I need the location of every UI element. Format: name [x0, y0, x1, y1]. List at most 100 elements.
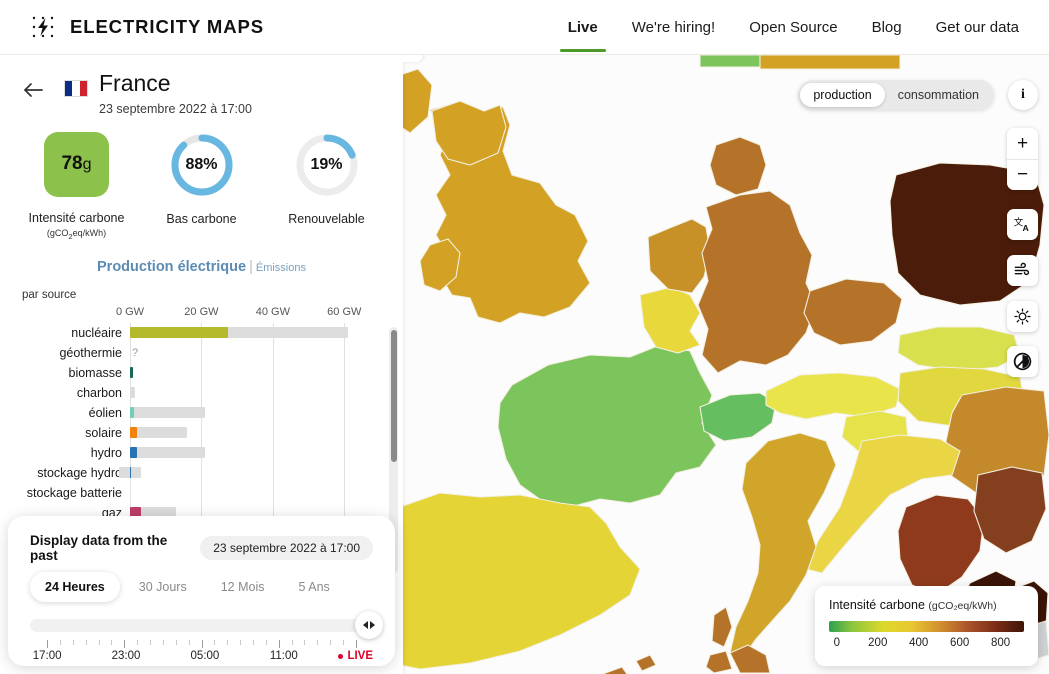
chart-bar-row[interactable]: nucléaire: [71, 323, 380, 343]
time-label: 11:00: [269, 650, 298, 662]
map-mode-toggle[interactable]: production consommation: [798, 80, 994, 110]
production-chart: par source 0 GW 20 GW 40 GW 60 GW nucléa…: [0, 289, 403, 523]
tab-12-mois[interactable]: 12 Mois: [206, 572, 280, 602]
chart-subtitle: par source: [22, 288, 77, 301]
zoom-controls[interactable]: + −: [1007, 128, 1038, 190]
chart-bar-row[interactable]: stockage batterie: [27, 483, 380, 503]
time-tick: [175, 640, 177, 645]
legend-unit: (gCO₂eq/kWh): [928, 600, 997, 612]
renewable-label: Renouvelable: [288, 211, 365, 226]
renewable-value: 19%: [310, 155, 343, 173]
zoom-in-button[interactable]: +: [1007, 128, 1038, 159]
chart-bar-row[interactable]: géothermie?: [59, 343, 380, 363]
tab-30-jours[interactable]: 30 Jours: [124, 572, 202, 602]
chart-bar-label: géothermie: [59, 345, 122, 360]
low-carbon-value: 88%: [185, 155, 218, 173]
time-tick: [150, 640, 152, 645]
theme-toggle-icon: [1013, 352, 1032, 371]
region-scandinavia-edge: [699, 55, 761, 68]
chart-plot: nucléaire géothermie? biomasse charbon éolie…: [27, 322, 380, 523]
chart-bar-capacity: [130, 387, 135, 399]
time-slider[interactable]: [30, 611, 383, 639]
nav-were-hiring[interactable]: We're hiring!: [630, 2, 717, 52]
chart-bar-label: nucléaire: [71, 325, 122, 340]
time-tick: [111, 640, 113, 645]
country-stats: 78g Intensité carbone (gCO2eq/kWh) 88% B…: [0, 131, 403, 241]
legend-tick: 200: [868, 637, 888, 649]
lightning-bolt-icon: [28, 12, 58, 42]
live-dot-icon: [338, 653, 344, 659]
legend-title-text: Intensité carbone: [829, 598, 925, 612]
live-indicator[interactable]: LIVE: [338, 650, 373, 662]
language-button[interactable]: 文 A: [1007, 209, 1038, 240]
tab-production[interactable]: Production électrique: [97, 259, 246, 275]
nav-live[interactable]: Live: [559, 2, 606, 52]
back-button[interactable]: [20, 77, 46, 103]
svg-text:A: A: [1023, 223, 1030, 233]
wind-layer-button[interactable]: [1007, 255, 1038, 286]
toggle-separator: |: [249, 258, 253, 275]
wind-layer-icon: [1014, 262, 1030, 276]
carbon-intensity-label: Intensité carbone: [28, 210, 125, 225]
region-denmark: [709, 136, 767, 196]
chart-bar-value: [130, 367, 134, 379]
time-tick: [240, 640, 242, 645]
chart-bar-label: stockage hydro: [37, 465, 122, 480]
chart-bar-row[interactable]: solaire: [85, 423, 380, 443]
chart-bar-label: éolien: [88, 405, 122, 420]
zoom-out-button[interactable]: −: [1007, 159, 1038, 190]
time-label: 05:00: [190, 650, 220, 662]
main-nav[interactable]: Live We're hiring! Open Source Blog Get …: [559, 2, 1021, 52]
chart-bar-value: [130, 407, 134, 419]
time-tick: [330, 640, 332, 645]
mode-production[interactable]: production: [800, 83, 885, 107]
legend-tick: 0: [833, 637, 840, 649]
chart-bar-row[interactable]: charbon: [77, 383, 380, 403]
info-button[interactable]: i: [1008, 80, 1038, 110]
time-slider-labels: 17:00 23:00 05:00 11:00 LIVE: [30, 650, 373, 666]
low-carbon-label: Bas carbone: [166, 211, 237, 226]
time-tick: [278, 640, 280, 648]
chart-bar-row[interactable]: stockage hydro: [37, 463, 380, 483]
chart-bar-label: stockage batterie: [26, 485, 122, 500]
production-emissions-toggle[interactable]: Production électrique | Émissions: [0, 259, 403, 275]
solar-layer-button[interactable]: [1007, 301, 1038, 332]
time-range-tabs[interactable]: 24 Heures 30 Jours 12 Mois 5 Ans: [30, 572, 373, 602]
nav-blog[interactable]: Blog: [870, 2, 904, 52]
carbon-intensity-value: 78g: [61, 153, 92, 175]
chart-bar-capacity: [130, 427, 188, 439]
tab-5-ans[interactable]: 5 Ans: [284, 572, 345, 602]
time-tick: [60, 640, 61, 645]
region-slovakia: [897, 326, 1021, 372]
chart-bar-label: hydro: [90, 445, 122, 460]
legend-tick: 400: [909, 637, 929, 649]
panel-scrollbar-thumb[interactable]: [390, 330, 397, 462]
time-tick: [201, 640, 203, 648]
back-arrow-icon: [24, 83, 43, 97]
tab-emissions[interactable]: Émissions: [256, 262, 306, 274]
time-slider-track[interactable]: [30, 619, 373, 632]
chart-bar-value: [130, 327, 229, 339]
time-slider-ticks: [30, 640, 373, 648]
tab-24-heures[interactable]: 24 Heures: [30, 572, 120, 602]
time-slider-handle[interactable]: [355, 611, 383, 639]
axis-tick: 20 GW: [184, 305, 219, 318]
brand[interactable]: ELECTRICITY MAPS: [28, 12, 264, 42]
theme-toggle-button[interactable]: [1007, 346, 1038, 377]
time-tick: [137, 640, 139, 645]
chart-bar-row[interactable]: hydro: [91, 443, 380, 463]
chart-bar-row[interactable]: éolien: [89, 403, 380, 423]
nav-get-our-data[interactable]: Get our data: [934, 2, 1021, 52]
legend-tick: 800: [991, 637, 1011, 649]
nav-open-source[interactable]: Open Source: [747, 2, 839, 52]
time-controls-card: Display data from the past 23 septembre …: [8, 516, 395, 666]
time-tick: [304, 640, 306, 645]
chart-bar-row[interactable]: biomasse: [69, 363, 380, 383]
stat-low-carbon: 88% Bas carbone: [139, 132, 264, 241]
time-tick: [72, 640, 74, 645]
country-name: France: [99, 70, 171, 96]
arrow-left-icon: [363, 621, 368, 629]
mode-consommation[interactable]: consommation: [885, 83, 992, 107]
time-card-header: Display data from the past 23 septembre …: [30, 533, 373, 563]
site-header: ELECTRICITY MAPS Live We're hiring! Open…: [0, 0, 1049, 55]
